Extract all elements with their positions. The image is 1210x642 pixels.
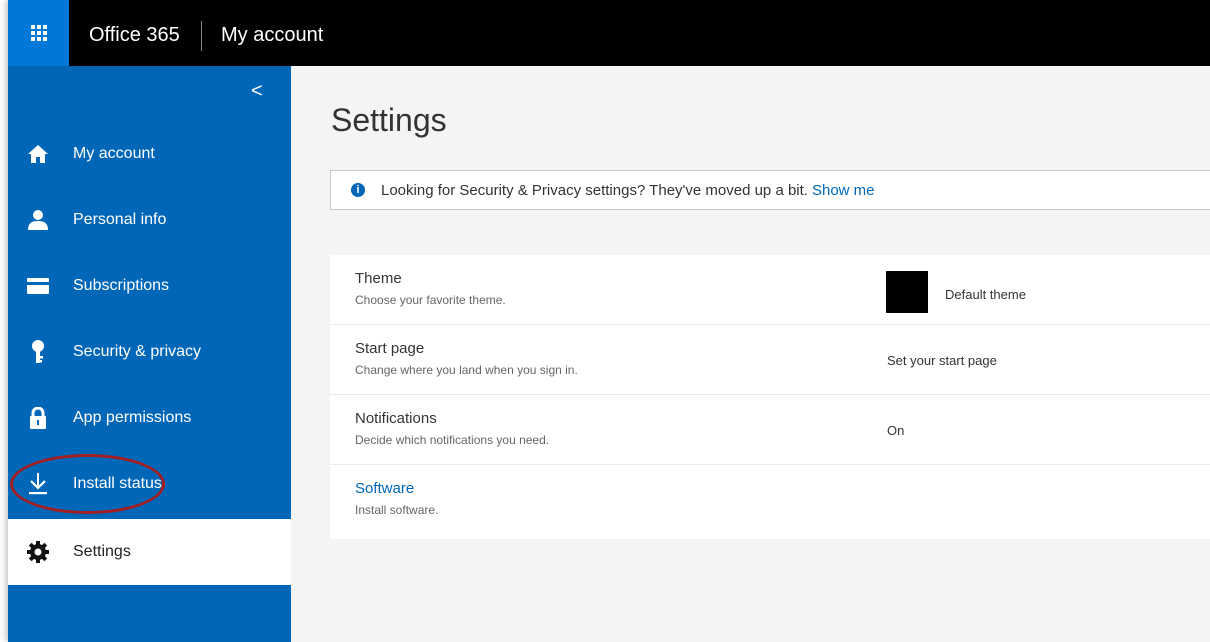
info-icon: i bbox=[351, 183, 365, 197]
sidebar-item-label: App permissions bbox=[73, 409, 192, 426]
banner-text: Looking for Security & Privacy settings?… bbox=[381, 181, 808, 199]
top-bar: Office 365 My account bbox=[8, 0, 1210, 66]
person-icon bbox=[24, 206, 52, 234]
brand-link[interactable]: Office 365 bbox=[89, 0, 180, 66]
key-icon bbox=[24, 338, 52, 366]
settings-row-theme[interactable]: Theme Choose your favorite theme. Defaul… bbox=[330, 255, 1210, 325]
sidebar-item-label: Subscriptions bbox=[73, 277, 170, 294]
row-value: On bbox=[887, 423, 905, 438]
sidebar-item-my-account[interactable]: My account bbox=[8, 121, 291, 187]
download-icon bbox=[24, 470, 52, 498]
header-divider bbox=[201, 21, 202, 51]
sidebar: < My account Personal info Subscriptions… bbox=[8, 66, 291, 642]
lock-icon bbox=[24, 404, 52, 432]
main-content: Settings i Looking for Security & Privac… bbox=[291, 66, 1210, 642]
row-subtitle: Decide which notifications you need. bbox=[355, 433, 550, 447]
home-icon bbox=[24, 140, 52, 168]
software-link[interactable]: Software bbox=[355, 480, 414, 497]
app-launcher-button[interactable] bbox=[8, 0, 69, 66]
sidebar-item-app-permissions[interactable]: App permissions bbox=[8, 385, 291, 451]
sidebar-item-personal-info[interactable]: Personal info bbox=[8, 187, 291, 253]
card-icon bbox=[24, 272, 52, 300]
settings-row-notifications[interactable]: Notifications Decide which notifications… bbox=[330, 395, 1210, 465]
row-title: Notifications bbox=[355, 410, 437, 427]
row-value: Set your start page bbox=[887, 353, 997, 368]
app-window: Office 365 My account < My account Perso… bbox=[8, 0, 1210, 642]
row-subtitle: Install software. bbox=[355, 503, 439, 517]
sidebar-item-label: Security & privacy bbox=[73, 343, 202, 360]
show-me-link[interactable]: Show me bbox=[812, 182, 875, 199]
sidebar-item-label: Personal info bbox=[73, 211, 167, 228]
app-title[interactable]: My account bbox=[221, 0, 323, 66]
sidebar-item-label: Install status bbox=[73, 475, 162, 492]
sidebar-item-security-privacy[interactable]: Security & privacy bbox=[8, 319, 291, 385]
waffle-icon bbox=[30, 25, 47, 41]
settings-row-software[interactable]: Software Install software. bbox=[330, 465, 1210, 535]
info-banner: i Looking for Security & Privacy setting… bbox=[330, 170, 1210, 210]
row-title: Theme bbox=[355, 270, 402, 287]
row-title: Start page bbox=[355, 340, 425, 357]
sidebar-item-subscriptions[interactable]: Subscriptions bbox=[8, 253, 291, 319]
row-value: Default theme bbox=[945, 287, 1026, 302]
gear-icon bbox=[24, 538, 52, 566]
theme-swatch[interactable] bbox=[886, 271, 928, 313]
row-subtitle: Change where you land when you sign in. bbox=[355, 363, 578, 377]
row-subtitle: Choose your favorite theme. bbox=[355, 293, 506, 307]
page-title: Settings bbox=[331, 102, 447, 138]
settings-row-start-page[interactable]: Start page Change where you land when yo… bbox=[330, 325, 1210, 395]
sidebar-item-label: My account bbox=[73, 145, 155, 162]
sidebar-item-settings[interactable]: Settings bbox=[8, 519, 291, 585]
sidebar-item-label: Settings bbox=[73, 543, 131, 560]
settings-list: Theme Choose your favorite theme. Defaul… bbox=[330, 255, 1210, 539]
collapse-sidebar-button[interactable]: < bbox=[251, 80, 263, 103]
sidebar-item-install-status[interactable]: Install status bbox=[8, 451, 291, 517]
